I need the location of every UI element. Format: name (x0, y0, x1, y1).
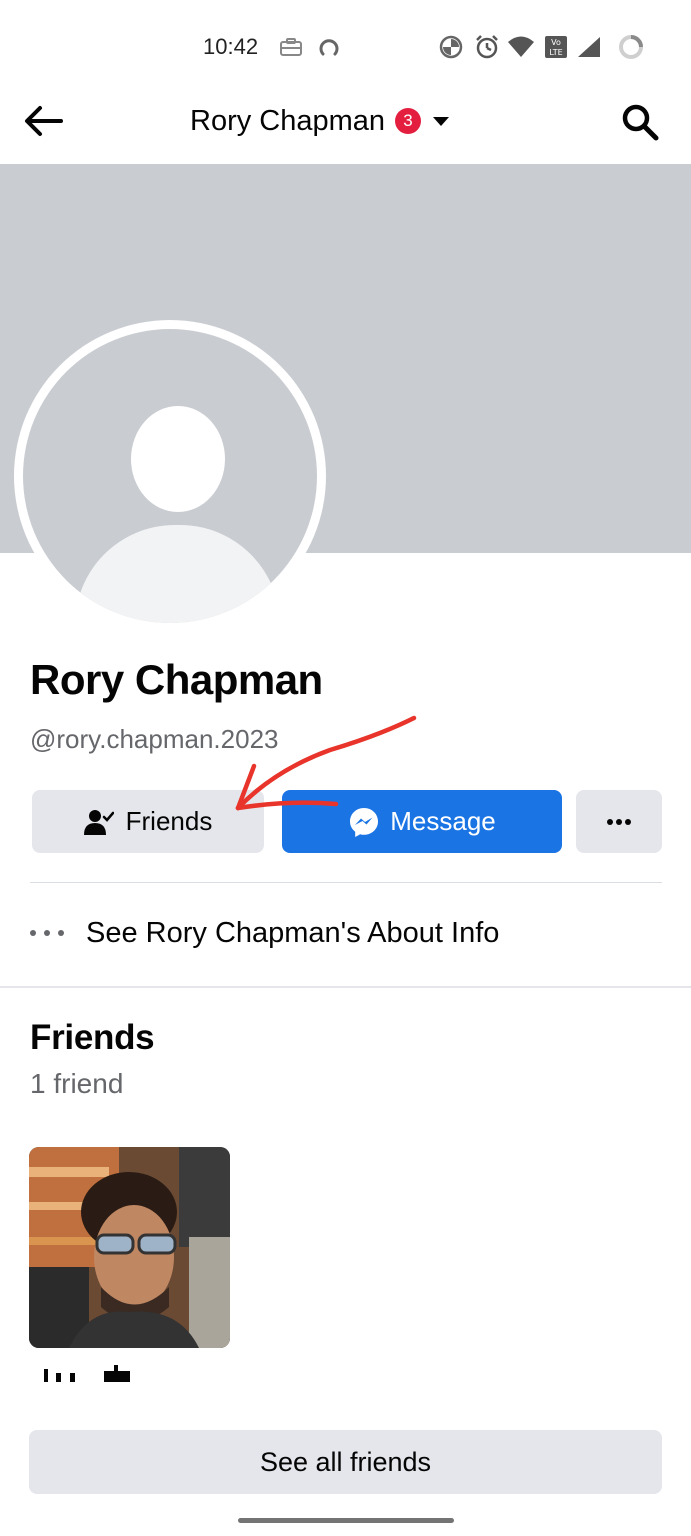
message-button[interactable]: Message (282, 790, 562, 853)
friends-button[interactable]: Friends (32, 790, 264, 853)
more-dots-icon (30, 930, 64, 936)
friends-button-label: Friends (125, 806, 213, 836)
alarm-icon (474, 34, 500, 60)
messenger-icon (350, 807, 379, 837)
friends-section-title: Friends (30, 1018, 155, 1057)
see-all-friends-button[interactable]: See all friends (29, 1430, 662, 1494)
profile-switcher[interactable]: Rory Chapman 3 (190, 102, 450, 140)
wifi-icon (506, 34, 536, 60)
status-bar: 10:42 Vo LTE (0, 0, 691, 92)
svg-text:LTE: LTE (549, 48, 562, 57)
about-info-label: See Rory Chapman's About Info (86, 916, 500, 949)
friend-tile-photo[interactable] (29, 1147, 230, 1348)
friends-count: 1 friend (30, 1068, 124, 1099)
sync-icon (316, 34, 342, 60)
back-button[interactable] (20, 98, 66, 144)
person-check-icon (83, 809, 114, 835)
nav-title: Rory Chapman (190, 104, 386, 137)
default-avatar-silhouette (23, 329, 317, 623)
more-dots-icon (607, 818, 631, 825)
message-button-label: Message (390, 806, 496, 836)
home-indicator[interactable] (238, 1518, 454, 1523)
section-separator (0, 986, 691, 988)
search-icon (622, 104, 659, 141)
search-button[interactable] (614, 96, 666, 148)
volte-icon: Vo LTE (543, 34, 569, 60)
data-saver-icon (438, 34, 464, 60)
work-briefcase-icon (278, 34, 304, 60)
top-navigation: Rory Chapman 3 (0, 88, 691, 164)
profile-name: Rory Chapman (30, 656, 323, 703)
about-info-link[interactable]: See Rory Chapman's About Info (30, 910, 499, 956)
battery-ring-icon (617, 34, 645, 60)
see-all-friends-label: See all friends (259, 1446, 432, 1477)
friend-name-redacted[interactable] (36, 1362, 146, 1382)
divider (30, 882, 662, 883)
status-time: 10:42 (203, 34, 259, 59)
more-options-button[interactable] (576, 790, 662, 853)
caret-down-icon (433, 116, 450, 126)
notification-badge: 3 (395, 108, 422, 134)
cell-signal-icon (576, 34, 602, 60)
svg-text:Vo: Vo (551, 38, 561, 47)
profile-handle: @rory.chapman.2023 (30, 724, 279, 754)
profile-avatar[interactable] (14, 320, 326, 632)
back-arrow-icon (25, 106, 63, 136)
